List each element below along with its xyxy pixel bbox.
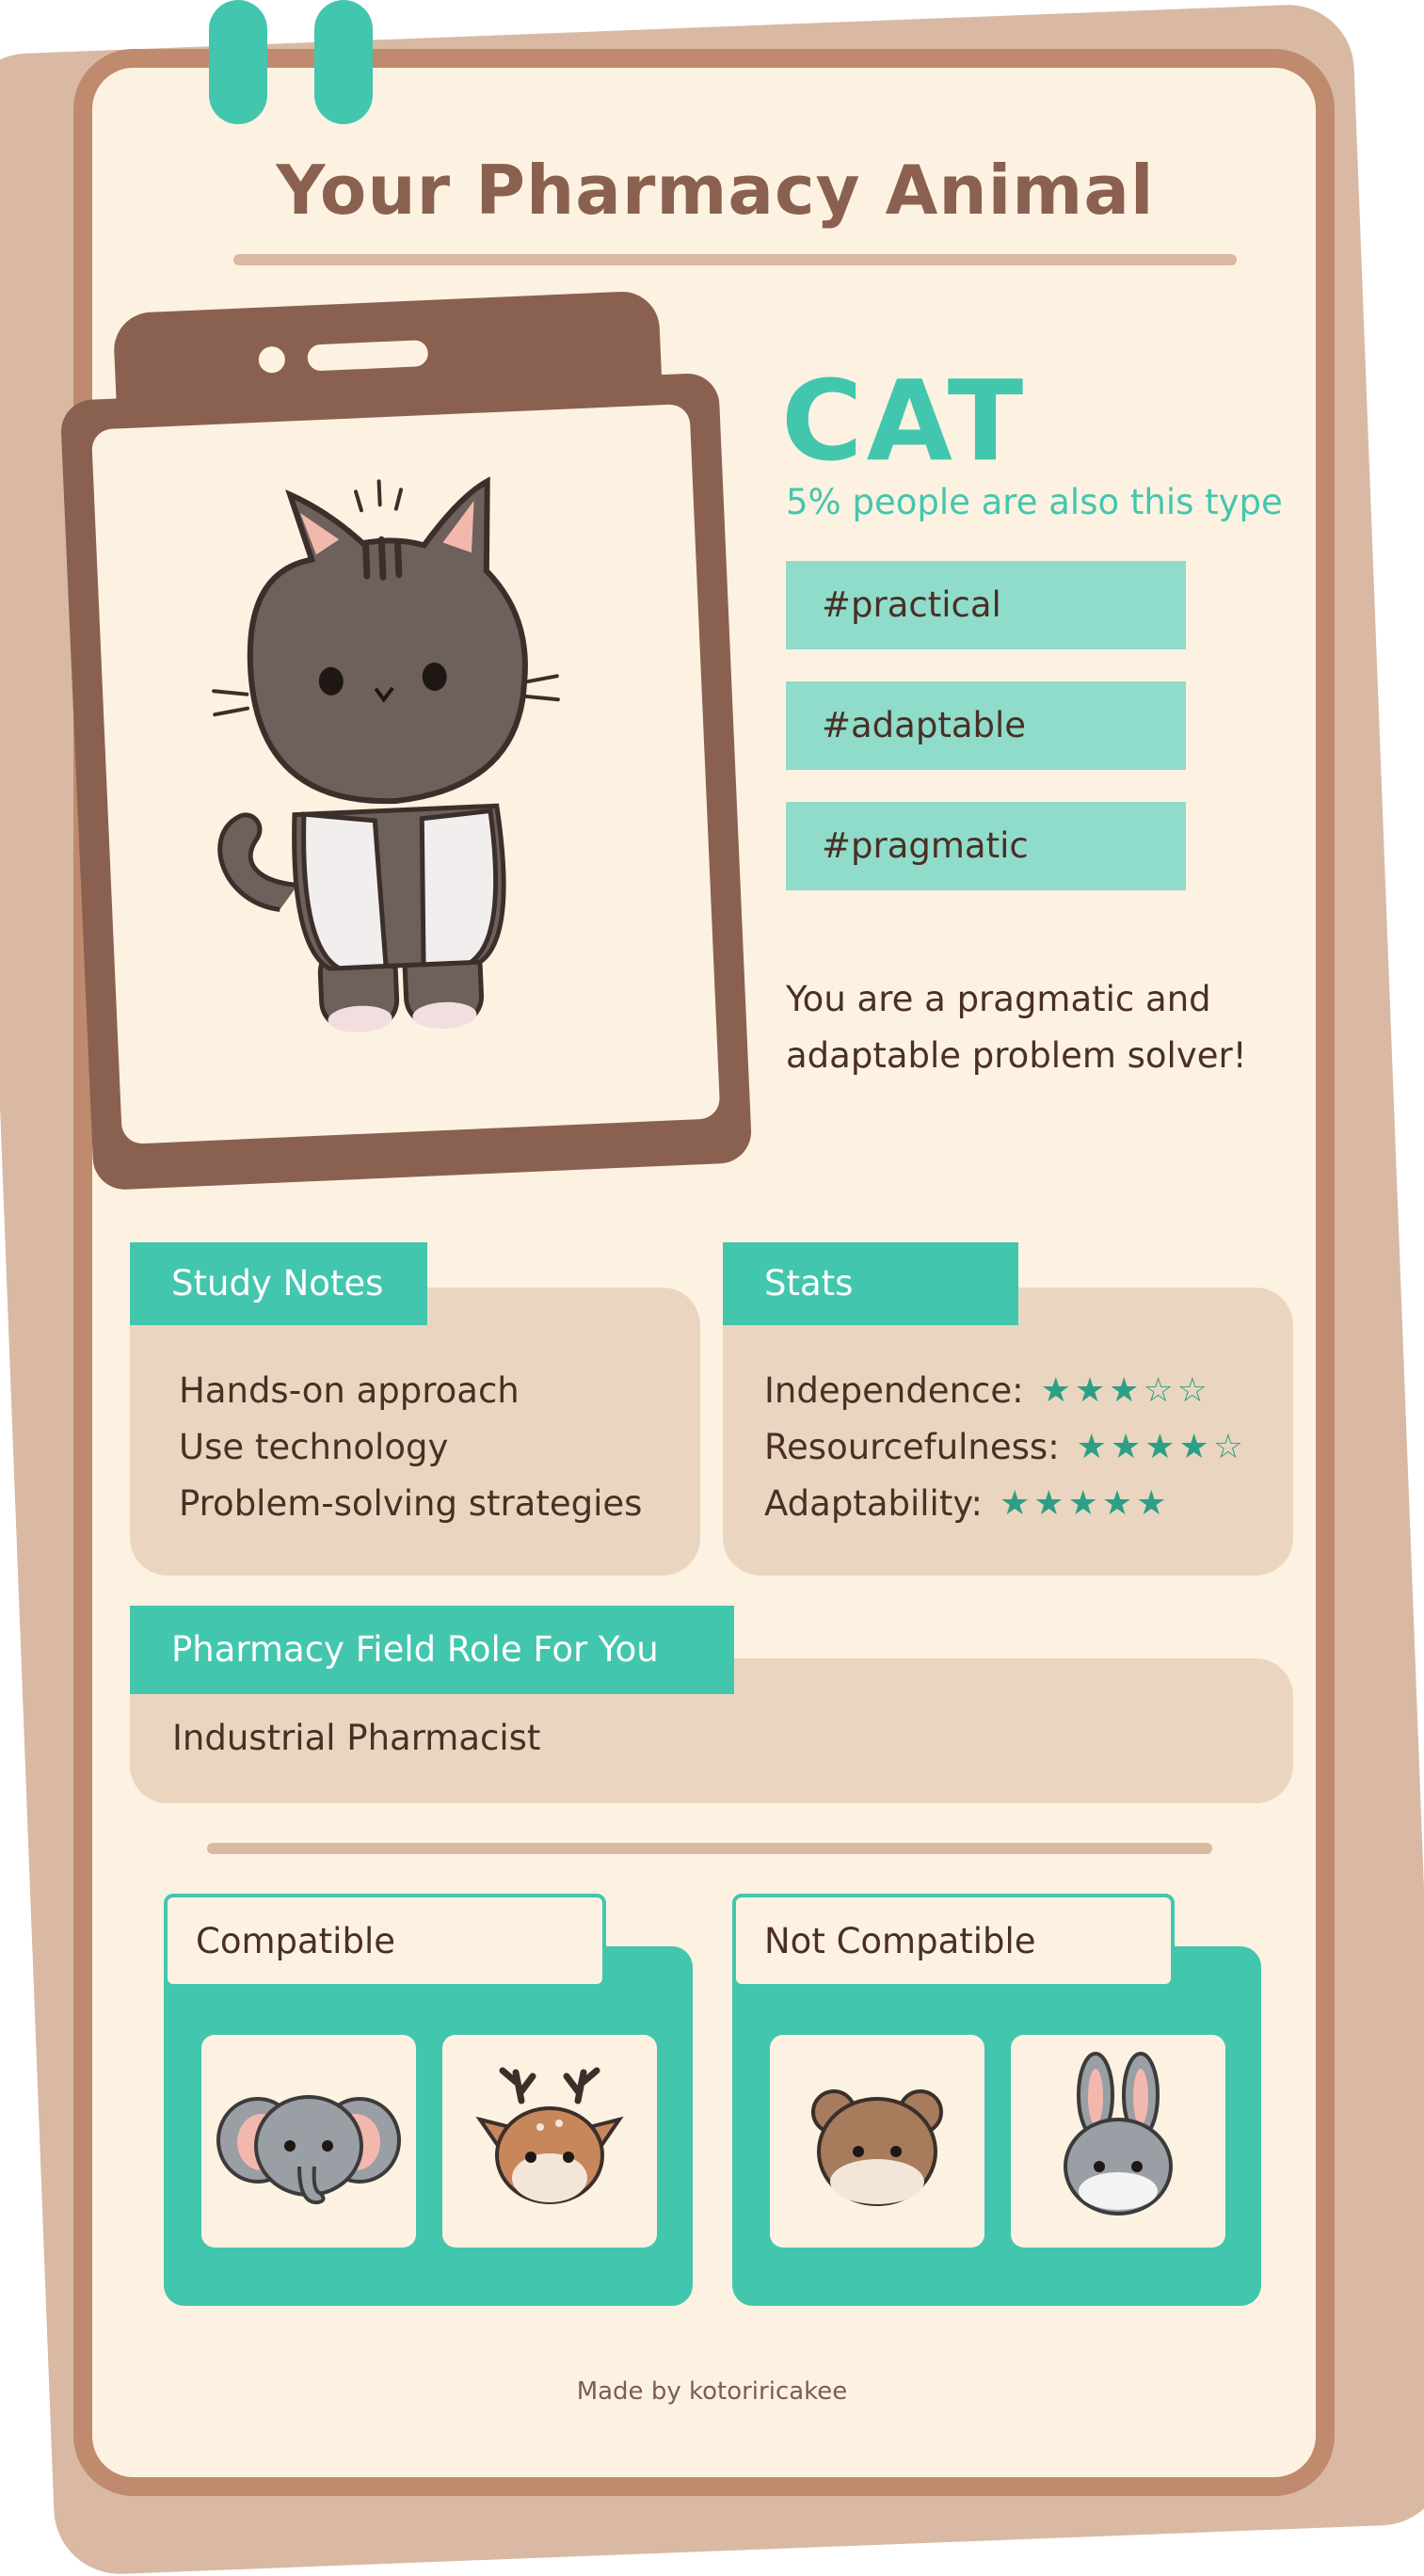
role-label: Pharmacy Field Role For You [130, 1606, 734, 1694]
star-filled-icon: ★ [1000, 1484, 1034, 1523]
star-filled-icon: ★ [1101, 1484, 1137, 1523]
tag-pragmatic: #pragmatic [786, 802, 1186, 890]
star-filled-icon: ★ [1076, 1428, 1111, 1466]
star-filled-icon: ★ [1040, 1371, 1075, 1410]
star-filled-icon: ★ [1074, 1371, 1110, 1410]
star-rating: ★★★★☆ [1077, 1419, 1247, 1476]
role-value: Industrial Pharmacist [172, 1718, 541, 1758]
compatible-label: Compatible [164, 1894, 606, 1988]
study-notes-label: Study Notes [130, 1242, 427, 1325]
rabbit-icon [1064, 2052, 1173, 2216]
rabbit-tile [1011, 2035, 1225, 2248]
percent-text: 5% people are also this type [786, 482, 1283, 522]
star-filled-icon: ★ [1067, 1484, 1102, 1523]
elephant-tile [201, 2035, 416, 2248]
stat-row: Resourcefulness: ★★★★☆ [764, 1419, 1247, 1476]
cat-in-lab-coat-icon [212, 476, 560, 1032]
title-divider [233, 254, 1237, 265]
list-item: Hands-on approach [179, 1370, 520, 1411]
star-filled-icon: ★ [1144, 1428, 1179, 1466]
stat-name: Independence: [764, 1370, 1024, 1411]
footer-credit: Made by kotoriricakee [576, 2377, 848, 2406]
star-filled-icon: ★ [1136, 1484, 1171, 1523]
star-empty-icon: ☆ [1143, 1371, 1177, 1410]
binder-clip-right [314, 0, 373, 124]
tag-practical: #practical [786, 561, 1186, 649]
star-rating: ★★★★★ [1000, 1476, 1170, 1532]
tag-adaptable: #adaptable [786, 681, 1186, 770]
star-empty-icon: ☆ [1176, 1371, 1211, 1410]
elephant-icon [216, 2095, 401, 2205]
stat-row: Adaptability: ★★★★★ [764, 1476, 1247, 1532]
star-rating: ★★★☆☆ [1041, 1363, 1211, 1419]
compatible-label-text: Compatible [196, 1920, 395, 1961]
not-compatible-label: Not Compatible [732, 1894, 1175, 1988]
badge-slot [307, 339, 429, 372]
binder-clip-left [209, 0, 267, 124]
star-filled-icon: ★ [1178, 1428, 1213, 1466]
deer-tile [442, 2035, 657, 2248]
stat-row: Independence: ★★★☆☆ [764, 1363, 1247, 1419]
stats-label: Stats [723, 1242, 1018, 1325]
star-empty-icon: ☆ [1212, 1428, 1248, 1466]
stats-list: Independence: ★★★☆☆ Resourcefulness: ★★★… [764, 1363, 1247, 1532]
star-filled-icon: ★ [1033, 1484, 1068, 1523]
animal-name: CAT [781, 356, 1028, 486]
page-title: Your Pharmacy Animal [276, 151, 1155, 230]
section-divider [207, 1843, 1212, 1854]
study-notes-list: Hands-on approach Use technology Problem… [179, 1363, 642, 1532]
stat-name: Adaptability: [764, 1483, 983, 1524]
bear-icon [811, 2089, 943, 2206]
stat-name: Resourcefulness: [764, 1427, 1060, 1467]
star-filled-icon: ★ [1109, 1371, 1144, 1410]
description: You are a pragmatic and adaptable proble… [786, 979, 1247, 1076]
list-item: Use technology [179, 1427, 449, 1467]
deer-icon [475, 2067, 624, 2204]
not-compatible-label-text: Not Compatible [764, 1920, 1036, 1961]
bear-tile [770, 2035, 984, 2248]
star-filled-icon: ★ [1110, 1428, 1145, 1466]
list-item: Problem-solving strategies [179, 1483, 643, 1524]
id-badge [38, 286, 792, 1210]
